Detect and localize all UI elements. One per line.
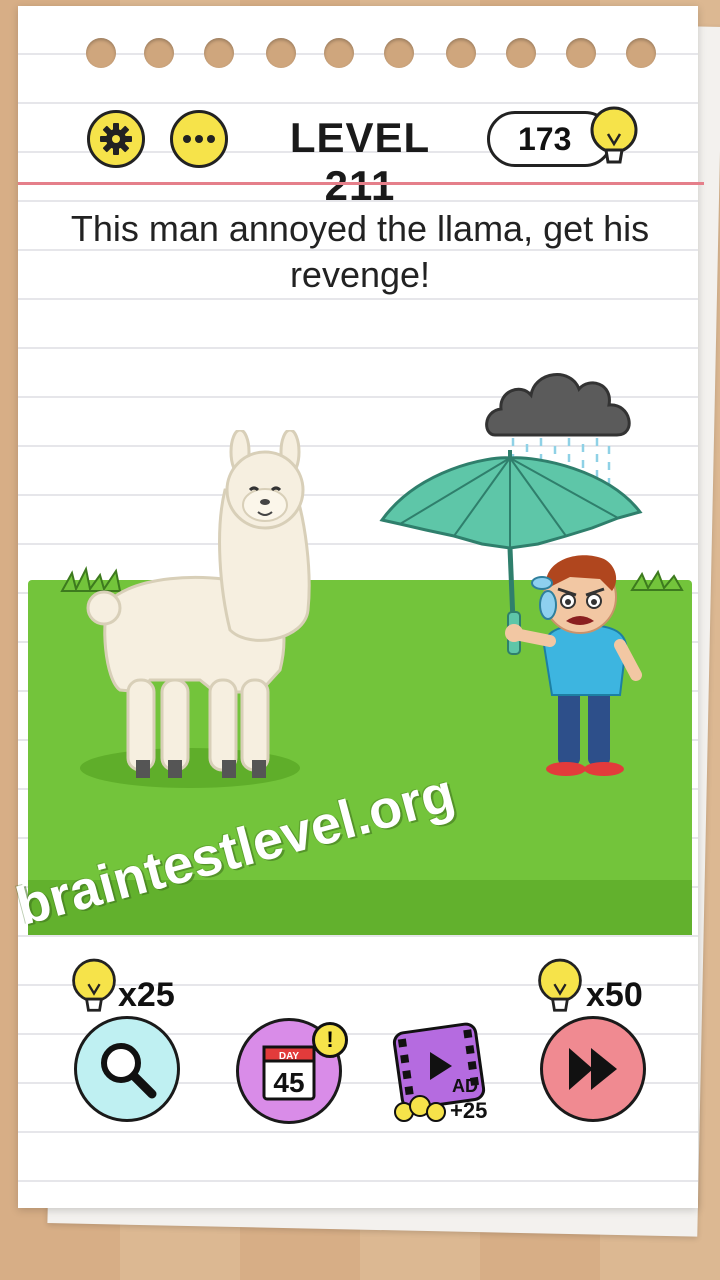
binder-hole: [204, 38, 234, 68]
more-dots-icon: [183, 135, 215, 143]
lightbulb-icon: [590, 106, 638, 164]
calendar-day-number: 45: [273, 1067, 304, 1098]
margin-line: [18, 182, 704, 185]
search-hint-cost: x25: [118, 976, 175, 1014]
rain-cloud[interactable]: [485, 365, 637, 443]
watch-ad-button[interactable]: AD +25: [390, 1020, 490, 1124]
binder-hole: [626, 38, 656, 68]
binder-hole: [86, 38, 116, 68]
binder-hole: [144, 38, 174, 68]
calendar-icon: DAY 45: [262, 1045, 316, 1101]
binder-hole: [506, 38, 536, 68]
gear-icon: [100, 123, 132, 155]
hint-count: 173: [518, 120, 572, 157]
binder-hole: [384, 38, 414, 68]
lightbulb-icon: [538, 958, 582, 1012]
skip-level-cost: x50: [586, 976, 643, 1014]
ad-label: AD: [452, 1076, 478, 1096]
binder-hole: [566, 38, 596, 68]
ad-bonus-amount: +25: [450, 1098, 488, 1123]
llama[interactable]: [80, 430, 320, 790]
binder-holes: [18, 0, 698, 80]
lightbulb-icon: [72, 958, 116, 1012]
magnifier-icon: [101, 1043, 157, 1099]
fast-forward-icon: [569, 1048, 617, 1090]
search-hint-button[interactable]: [74, 1016, 180, 1122]
menu-button[interactable]: [170, 110, 228, 168]
binder-hole: [266, 38, 296, 68]
question-text: This man annoyed the llama, get his reve…: [70, 208, 650, 295]
binder-hole: [324, 38, 354, 68]
level-title: LEVEL 211: [289, 114, 431, 209]
calendar-day-label: DAY: [279, 1051, 300, 1062]
skip-level-button[interactable]: [540, 1016, 646, 1122]
notification-badge: !: [312, 1022, 348, 1058]
settings-button[interactable]: [87, 110, 145, 168]
binder-hole: [446, 38, 476, 68]
